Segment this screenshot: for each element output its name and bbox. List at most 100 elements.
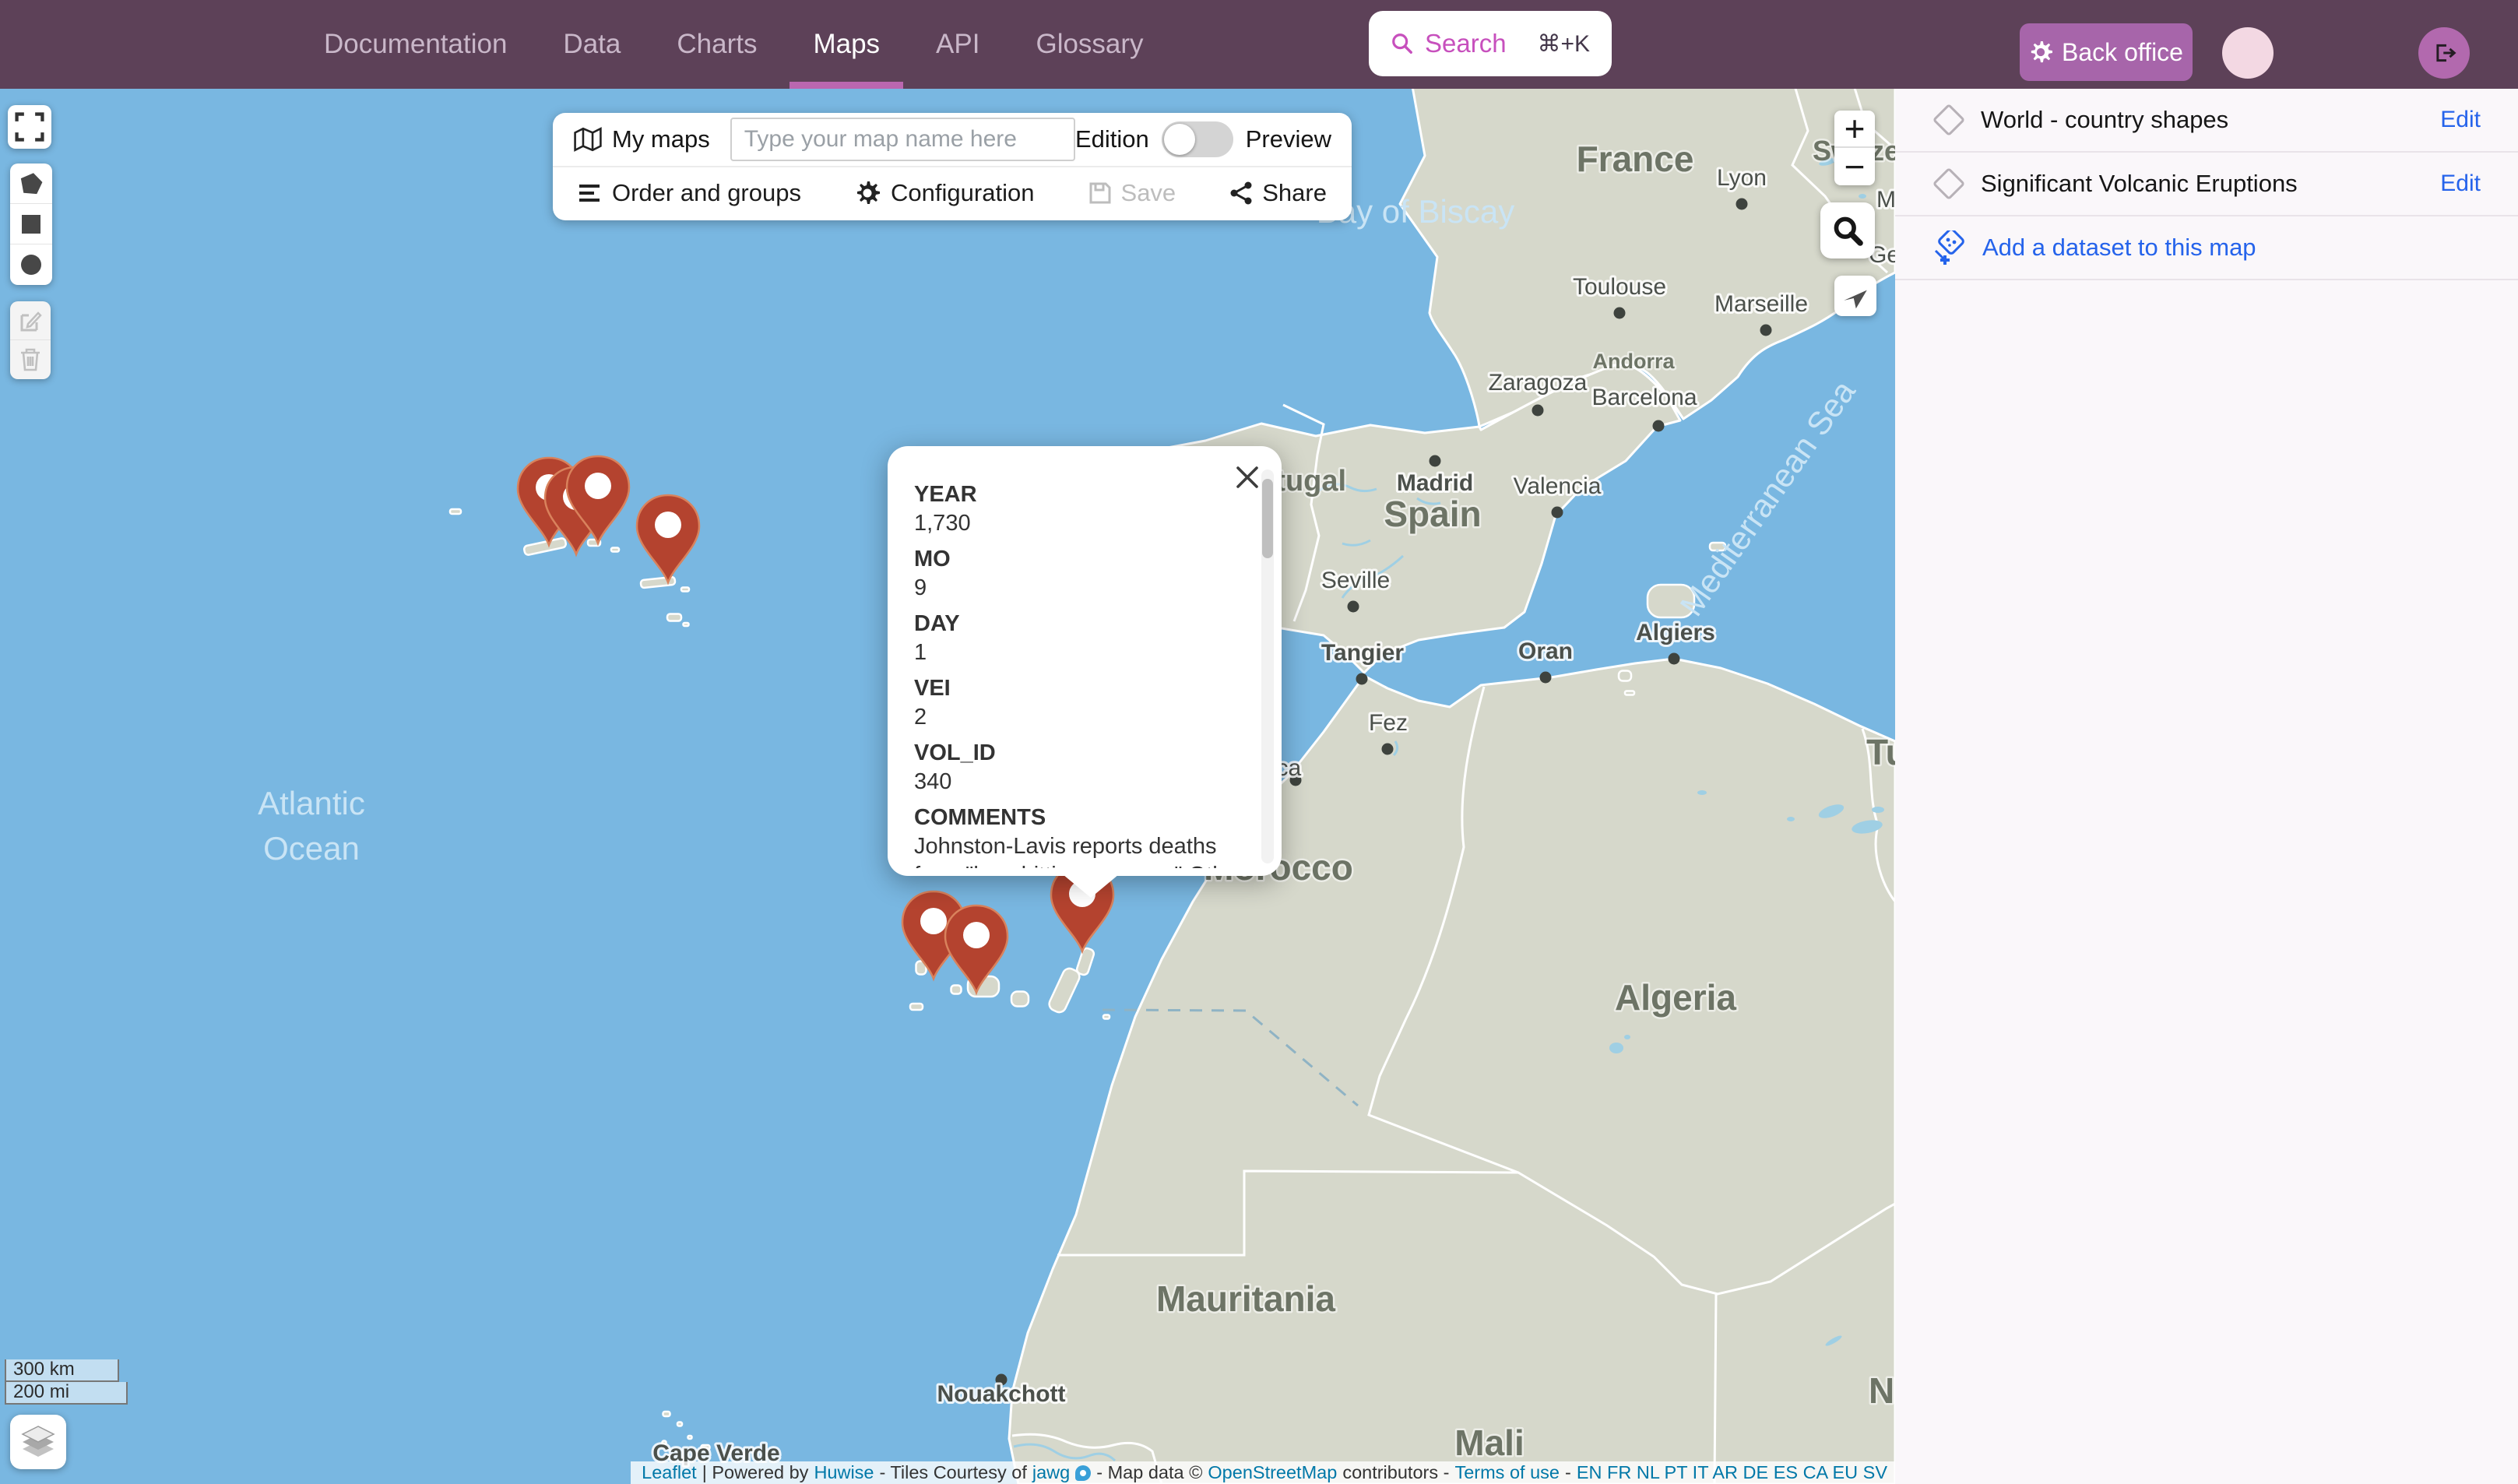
layer-edit-link[interactable]: Edit [2440, 171, 2481, 197]
country-border [1714, 1294, 1716, 1484]
share-button[interactable]: Share [1229, 179, 1327, 207]
toggle-knob [1164, 124, 1195, 155]
city-dot [1552, 507, 1563, 519]
locate-arrow-icon [1842, 283, 1869, 309]
island [1011, 992, 1029, 1007]
layer-edit-link[interactable]: Edit [2440, 107, 2481, 133]
city-label: Marseille [1714, 291, 1808, 317]
layer-row[interactable]: World - country shapes Edit [1895, 89, 2518, 153]
nav-item-documentation[interactable]: Documentation [296, 0, 535, 89]
city-label: Toulouse [1573, 274, 1666, 300]
city-label: Milan [1876, 187, 1895, 213]
scale-km: 300 km [5, 1359, 119, 1382]
city-dot [1669, 653, 1680, 665]
island [910, 1004, 923, 1010]
scale-mi: 200 mi [5, 1382, 128, 1405]
popup-field-value: 1 [914, 638, 1246, 667]
nav-item-maps[interactable]: Maps [785, 0, 908, 89]
city-dot [1736, 199, 1748, 210]
nav-item-glossary[interactable]: Glossary [1008, 0, 1171, 89]
add-dataset-link[interactable]: Add a dataset to this map [1932, 230, 2256, 265]
country-label: France [1577, 139, 1694, 179]
square-icon [21, 214, 41, 234]
nav-item-data[interactable]: Data [535, 0, 649, 89]
city-dot [1348, 601, 1359, 613]
nav-item-charts[interactable]: Charts [649, 0, 785, 89]
popup-field: VEI2 [914, 674, 1246, 732]
gear-icon [2029, 40, 2052, 64]
popup-tail [1063, 874, 1119, 898]
island [951, 986, 962, 994]
popup-field-label: VEI [914, 674, 1246, 703]
back-office-button[interactable]: Back office [2020, 23, 2193, 81]
layer-shape-icon [1932, 167, 1965, 200]
city-label: Madrid [1397, 470, 1473, 496]
city-dot [1653, 420, 1665, 432]
draw-rectangle-button[interactable] [10, 204, 52, 244]
polygon-icon [19, 172, 43, 195]
delete-layers-button[interactable] [10, 340, 51, 379]
order-and-groups-button[interactable]: Order and groups [578, 179, 801, 207]
city-label: Fez [1369, 710, 1408, 736]
logout-button[interactable] [2418, 27, 2470, 79]
edition-preview-toggle[interactable] [1162, 121, 1233, 157]
draw-polygon-button[interactable] [10, 164, 52, 204]
terms-of-use-link[interactable]: Terms of use [1454, 1462, 1560, 1483]
global-search-button[interactable]: Search ⌘+K [1369, 11, 1612, 76]
island [681, 588, 689, 592]
draw-circle-button[interactable] [10, 244, 52, 285]
zoom-out-button[interactable]: − [1834, 148, 1875, 185]
country-label: Mali [1454, 1422, 1524, 1463]
country-label: Mauritania [1156, 1278, 1335, 1319]
city-dot [1382, 744, 1394, 755]
top-nav: DocumentationDataChartsMapsAPIGlossary S… [0, 0, 2518, 89]
island [684, 623, 689, 626]
locate-button[interactable] [1834, 276, 1876, 316]
zoom-control: + − [1834, 111, 1875, 185]
city-label: Lyon [1717, 165, 1767, 191]
layer-name: World - country shapes [1981, 106, 2228, 134]
edit-layers-button[interactable] [10, 301, 51, 340]
popup-field-value: 340 [914, 768, 1246, 797]
layer-shape-icon [1932, 104, 1965, 136]
user-avatar[interactable] [2222, 27, 2274, 79]
huwise-link[interactable]: Huwise [814, 1462, 874, 1483]
my-maps-button[interactable]: My maps [612, 125, 710, 153]
gear-icon [855, 181, 880, 206]
popup-scrollbar[interactable] [1261, 469, 1274, 863]
layers-button[interactable] [10, 1415, 66, 1469]
save-icon [1088, 181, 1112, 205]
city-dot [1760, 325, 1772, 336]
jawg-link[interactable]: jawg [1032, 1462, 1070, 1483]
order-icon [578, 183, 601, 203]
save-button[interactable]: Save [1088, 179, 1176, 207]
add-dataset-row[interactable]: Add a dataset to this map [1895, 216, 2518, 280]
popup-field: DAY1 [914, 610, 1246, 667]
layer-row[interactable]: Significant Volcanic Eruptions Edit [1895, 153, 2518, 216]
city-label: Seville [1321, 568, 1390, 593]
openstreetmap-link[interactable]: OpenStreetMap [1208, 1462, 1337, 1483]
map-search-button[interactable] [1820, 202, 1875, 258]
popup-scroll-thumb[interactable] [1262, 479, 1273, 558]
leaflet-link[interactable]: Leaflet [642, 1462, 697, 1483]
island [688, 1436, 692, 1439]
language-links[interactable]: EN FR NL PT IT AR DE ES CA EU SV [1577, 1462, 1887, 1483]
island [611, 548, 619, 552]
layer-name: Significant Volcanic Eruptions [1981, 170, 2298, 198]
configuration-button[interactable]: Configuration [855, 179, 1034, 207]
zoom-in-button[interactable]: + [1834, 111, 1875, 148]
popup-field-label: YEAR [914, 480, 1246, 509]
lake [1787, 817, 1795, 821]
edition-label: Edition [1075, 125, 1149, 153]
popup-field-label: DAY [914, 610, 1246, 638]
search-icon [1391, 32, 1414, 55]
city-dot [1532, 405, 1544, 417]
nav-item-api[interactable]: API [908, 0, 1008, 89]
city-label: Oran [1518, 638, 1573, 664]
country-label: Niger [1869, 1370, 1895, 1411]
map-name-input[interactable] [730, 118, 1075, 161]
city-label: Zaragoza [1489, 370, 1588, 396]
popup-field-value: Johnston-Lavis reports deaths from "lava… [914, 832, 1246, 868]
map-toolbar: My maps Edition Preview Order and groups… [553, 113, 1352, 220]
fullscreen-button[interactable] [8, 105, 51, 149]
